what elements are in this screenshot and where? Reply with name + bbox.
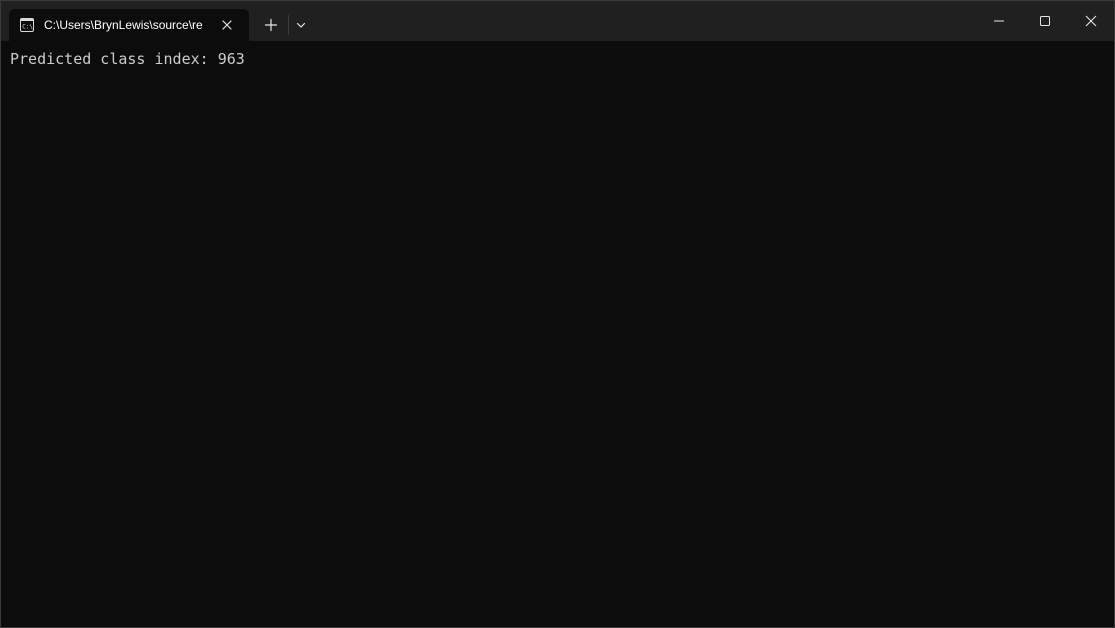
- tab-command-prompt[interactable]: C:\ C:\Users\BrynLewis\source\re: [9, 9, 249, 41]
- tab-separator: [288, 15, 289, 35]
- maximize-icon: [1040, 16, 1050, 26]
- close-window-button[interactable]: [1068, 1, 1114, 41]
- minimize-button[interactable]: [976, 1, 1022, 41]
- close-icon[interactable]: [219, 17, 235, 33]
- maximize-button[interactable]: [1022, 1, 1068, 41]
- plus-icon[interactable]: [261, 15, 281, 35]
- terminal-output-area[interactable]: Predicted class index: 963: [1, 41, 1114, 627]
- title-bar[interactable]: C:\ C:\Users\BrynLewis\source\re: [1, 1, 1114, 41]
- svg-text:C:\: C:\: [22, 24, 33, 31]
- command-prompt-icon: C:\: [20, 18, 34, 32]
- minimize-icon: [994, 20, 1004, 22]
- tab-title: C:\Users\BrynLewis\source\re: [44, 18, 203, 32]
- chevron-down-icon[interactable]: [292, 15, 310, 35]
- terminal-window: C:\ C:\Users\BrynLewis\source\re Predict…: [0, 0, 1115, 628]
- output-line: Predicted class index: 963: [10, 50, 245, 68]
- close-icon: [1085, 15, 1097, 27]
